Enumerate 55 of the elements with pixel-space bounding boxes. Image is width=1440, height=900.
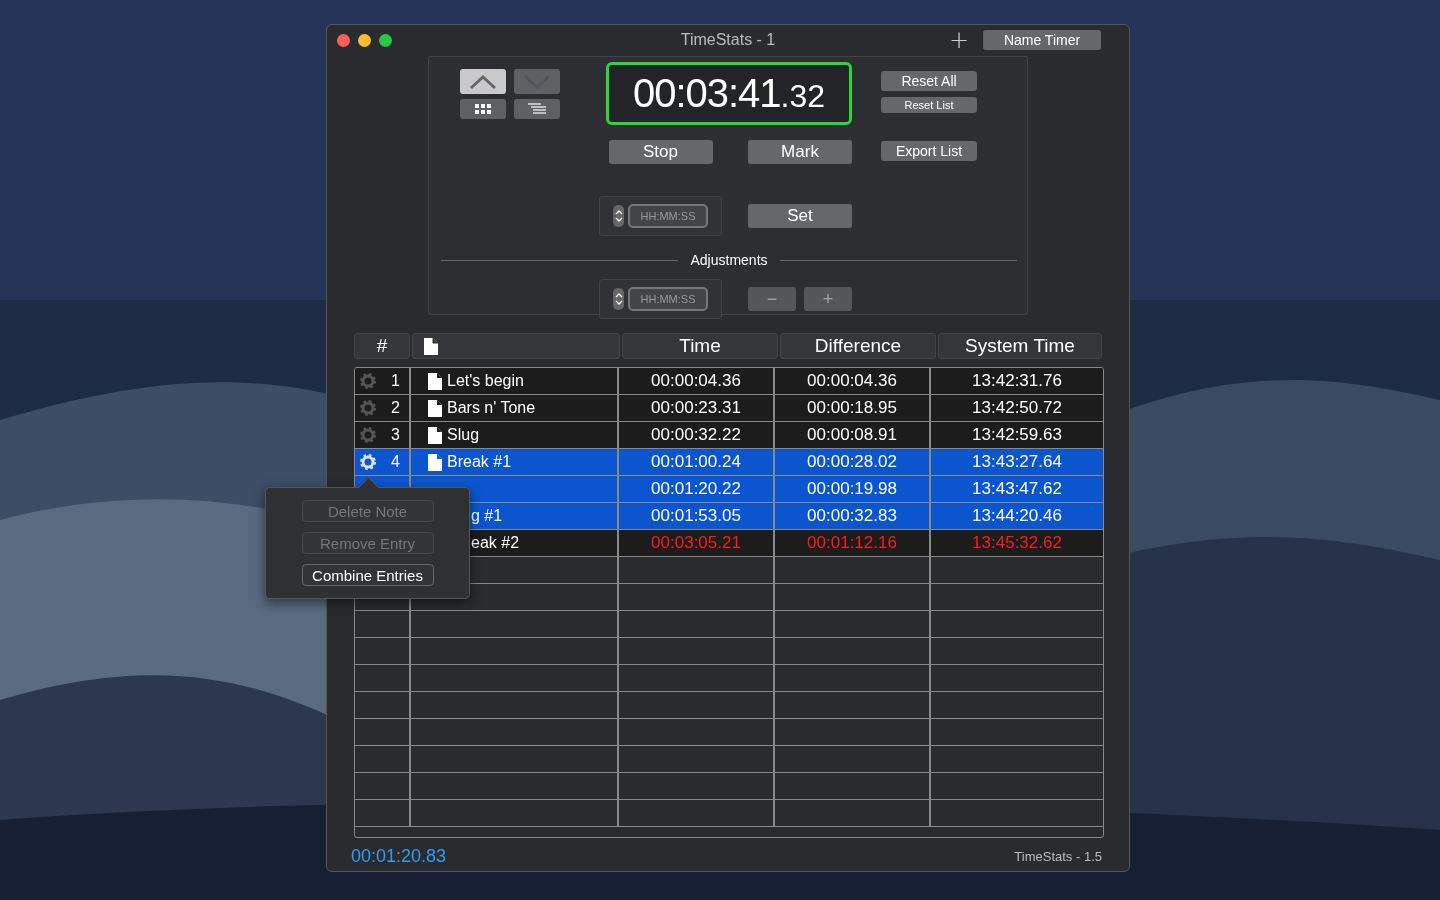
system-time-cell-text: 13:42:31.76 — [971, 370, 1063, 392]
reset-list-button[interactable]: Reset List — [881, 97, 977, 113]
document-icon — [423, 336, 439, 356]
stepper[interactable] — [613, 288, 624, 310]
entry-number: 3 — [391, 426, 400, 444]
system-time-cell-text: 13:43:47.62 — [971, 478, 1063, 500]
entry-note: Bars n' Tone — [447, 399, 536, 417]
reset-all-button[interactable]: Reset All — [881, 71, 977, 91]
add-button[interactable]: + — [948, 30, 969, 50]
adjustments-label: Adjustments — [690, 252, 768, 268]
stop-button[interactable]: Stop — [608, 140, 713, 164]
entry-number: 1 — [391, 372, 400, 390]
mark-button[interactable]: Mark — [748, 140, 852, 164]
list-icon — [527, 103, 547, 115]
name-timer-button[interactable]: Name Timer — [983, 30, 1101, 50]
entry-note: eak #2 — [471, 534, 520, 552]
stepper[interactable] — [613, 205, 624, 227]
grid-view-button[interactable] — [460, 99, 506, 119]
entry-note: Break #1 — [447, 453, 512, 471]
timer-fraction: .32 — [780, 78, 826, 115]
document-icon[interactable] — [427, 371, 443, 391]
document-icon[interactable] — [427, 398, 443, 418]
list-view-button[interactable] — [514, 99, 560, 119]
grid-icon — [474, 103, 492, 115]
up-arrow-button[interactable] — [460, 69, 506, 94]
system-time-cell-text: 13:42:50.72 — [971, 397, 1063, 419]
close-icon[interactable] — [337, 33, 350, 47]
export-list-button[interactable]: Export List — [881, 141, 977, 161]
set-button[interactable]: Set — [748, 204, 852, 228]
zoom-icon[interactable] — [379, 33, 392, 47]
entry-note: Slug — [447, 426, 480, 444]
system-time-cell-text: 13:43:27.64 — [971, 451, 1063, 473]
system-time-cell-text: 13:45:32.62 — [971, 532, 1063, 554]
minimize-icon[interactable] — [358, 33, 371, 47]
system-time-cell-text: 13:44:20.46 — [971, 505, 1063, 527]
document-icon[interactable] — [427, 425, 443, 445]
entry-note: g #1 — [471, 507, 503, 525]
column-header[interactable]: # — [354, 333, 410, 359]
adjustment-input-field[interactable]: HH:MM:SS — [628, 287, 708, 311]
menu-button[interactable]: Combine Entries — [301, 564, 434, 586]
column-header[interactable]: Time — [622, 333, 778, 359]
timer-time: 00:03:41 — [632, 71, 781, 116]
window-title: TimeStats - 1 — [680, 31, 776, 49]
entry-number: 4 — [391, 453, 400, 471]
entry-note: Let's begin — [447, 372, 524, 390]
column-header[interactable]: Difference — [780, 333, 936, 359]
chevron-up-icon — [468, 73, 498, 90]
time-input-field[interactable]: HH:MM:SS — [628, 204, 708, 228]
entry-number: 2 — [391, 399, 400, 417]
version-label: TimeStats - 1.5 — [1014, 849, 1102, 864]
document-icon[interactable] — [427, 452, 443, 472]
column-header[interactable] — [412, 333, 620, 359]
total-time: 00:01:20.83 — [351, 846, 447, 867]
system-time-cell-text: 13:42:59.63 — [971, 424, 1063, 446]
column-header[interactable]: System Time — [938, 333, 1102, 359]
